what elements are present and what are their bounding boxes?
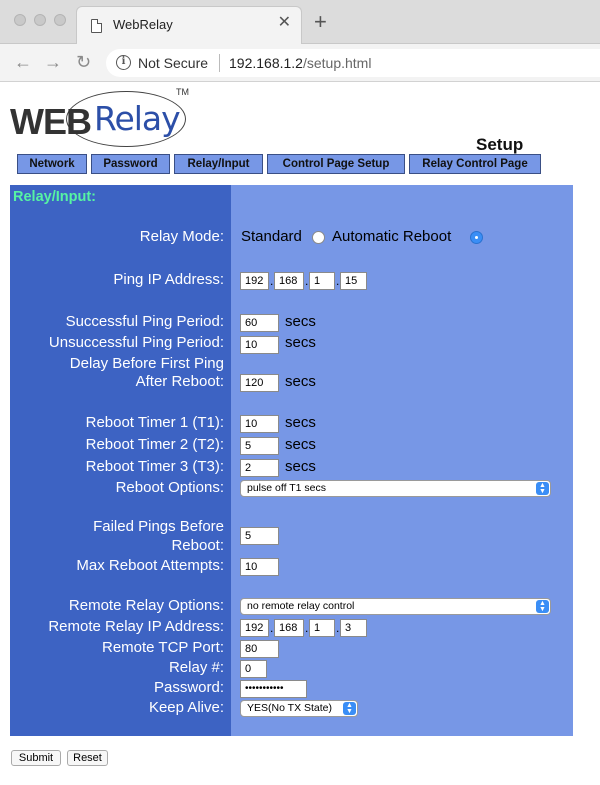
relay-input-form: Relay/Input: Relay Mode: Standard Automa…	[10, 185, 573, 736]
address-bar[interactable]: i Not Secure 192.168.1.2/setup.html	[106, 49, 600, 77]
standard-mode-radio[interactable]	[312, 231, 325, 244]
page-content: WEB Relay TM Setup Network Password Rela…	[0, 83, 600, 785]
remote-relay-options-value: no remote relay control	[247, 600, 355, 612]
logo-relay-text: Relay	[94, 99, 181, 138]
zoom-window-button[interactable]	[54, 14, 66, 26]
unit-label: secs	[285, 458, 316, 475]
ping-ip-octet-1[interactable]: 192	[240, 272, 269, 290]
unsuccessful-ping-period-input[interactable]: 10	[240, 336, 279, 354]
section-title: Relay/Input:	[13, 189, 96, 205]
ping-ip-label: Ping IP Address:	[113, 271, 224, 288]
standard-mode-label: Standard	[241, 228, 302, 245]
minimize-window-button[interactable]	[34, 14, 46, 26]
forward-arrow-icon[interactable]: →	[44, 52, 62, 72]
browser-toolbar: ← → ↻ i Not Secure 192.168.1.2/setup.htm…	[0, 44, 600, 82]
reboot-timer-3-input[interactable]: 2	[240, 459, 279, 477]
reboot-timer-1-input[interactable]: 10	[240, 415, 279, 433]
delay-first-ping-label: Delay Before First Ping	[69, 355, 224, 372]
remote-relay-options-select[interactable]: no remote relay control ▲ ▼	[240, 598, 551, 615]
max-reboot-attempts-input[interactable]: 10	[240, 558, 279, 576]
keep-alive-select[interactable]: YES(No TX State) ▲ ▼	[240, 700, 358, 717]
chevron-updown-icon: ▲ ▼	[536, 482, 549, 495]
failed-pings-label: Failed Pings Before	[93, 518, 224, 535]
back-arrow-icon[interactable]: ←	[14, 52, 32, 72]
reload-icon[interactable]: ↻	[76, 52, 91, 72]
ping-ip-octet-3[interactable]: 1	[309, 272, 335, 290]
tab-control-page-setup[interactable]: Control Page Setup	[267, 154, 405, 174]
tab-relay-input[interactable]: Relay/Input	[174, 154, 263, 174]
reset-button[interactable]: Reset	[67, 750, 108, 766]
chevron-updown-icon: ▲ ▼	[343, 702, 356, 715]
reboot-options-value: pulse off T1 secs	[247, 482, 326, 494]
relay-mode-label: Relay Mode:	[139, 228, 224, 245]
automatic-reboot-radio[interactable]	[470, 231, 483, 244]
reboot-options-label: Reboot Options:	[115, 479, 224, 496]
remote-ip-octet-3[interactable]: 1	[309, 619, 335, 637]
relay-number-input[interactable]: 0	[240, 660, 267, 678]
ping-ip-octet-4[interactable]: 15	[340, 272, 367, 290]
close-window-button[interactable]	[14, 14, 26, 26]
chevron-updown-icon: ▲ ▼	[536, 600, 549, 613]
keep-alive-label: Keep Alive:	[148, 699, 224, 716]
keep-alive-value: YES(No TX State)	[247, 702, 333, 714]
unit-label: secs	[285, 436, 316, 453]
page-title: Setup	[476, 135, 524, 154]
tab-network[interactable]: Network	[17, 154, 87, 174]
password-label: Password:	[153, 679, 224, 696]
unit-label: secs	[285, 334, 316, 351]
logo-trademark: TM	[176, 87, 189, 97]
max-reboot-attempts-label: Max Reboot Attempts:	[76, 557, 224, 574]
delay-first-ping-input[interactable]: 120	[240, 374, 279, 392]
tab-password[interactable]: Password	[91, 154, 170, 174]
page-icon	[91, 19, 102, 33]
remote-tcp-port-input[interactable]: 80	[240, 640, 279, 658]
reboot-timer-2-input[interactable]: 5	[240, 437, 279, 455]
unit-label: secs	[285, 414, 316, 431]
remote-tcp-port-label: Remote TCP Port:	[102, 639, 224, 656]
automatic-reboot-label: Automatic Reboot	[332, 228, 452, 245]
relay-number-label: Relay #:	[168, 659, 224, 676]
browser-titlebar: WebRelay ✕ +	[0, 0, 600, 44]
new-tab-button[interactable]: +	[314, 11, 327, 33]
unit-label: secs	[285, 313, 316, 330]
successful-ping-period-input[interactable]: 60	[240, 314, 279, 332]
successful-ping-period-label: Successful Ping Period:	[65, 313, 224, 330]
security-indicator[interactable]: Not Secure	[138, 55, 208, 71]
webrelay-logo: WEB Relay TM	[10, 87, 189, 153]
address-divider	[219, 54, 220, 72]
url-host: 192.168.1.2	[229, 55, 303, 71]
logo-web-text: WEB	[10, 101, 92, 142]
failed-pings-input[interactable]: 5	[240, 527, 279, 545]
tab-title: WebRelay	[113, 17, 173, 32]
password-input[interactable]: •••••••••••	[240, 680, 307, 698]
reboot-options-select[interactable]: pulse off T1 secs ▲ ▼	[240, 480, 551, 497]
url-text[interactable]: 192.168.1.2/setup.html	[229, 55, 371, 71]
close-tab-icon[interactable]: ✕	[278, 15, 291, 31]
delay-first-ping-label-cont: After Reboot:	[135, 373, 224, 390]
browser-tab[interactable]: WebRelay ✕	[76, 6, 302, 44]
tab-relay-control-page[interactable]: Relay Control Page	[409, 154, 541, 174]
reboot-timer-2-label: Reboot Timer 2 (T2):	[85, 436, 224, 453]
reboot-timer-1-label: Reboot Timer 1 (T1):	[85, 414, 224, 431]
unit-label: secs	[285, 373, 316, 390]
failed-pings-label-cont: Reboot:	[171, 537, 224, 554]
remote-relay-options-label: Remote Relay Options:	[68, 597, 224, 614]
remote-ip-octet-4[interactable]: 3	[340, 619, 367, 637]
submit-button[interactable]: Submit	[11, 750, 61, 766]
remote-ip-octet-1[interactable]: 192	[240, 619, 269, 637]
remote-ip-octet-2[interactable]: 168	[274, 619, 304, 637]
unsuccessful-ping-period-label: Unsuccessful Ping Period:	[48, 334, 224, 351]
url-path: /setup.html	[302, 55, 372, 71]
info-icon[interactable]: i	[116, 55, 131, 70]
remote-relay-ip-label: Remote Relay IP Address:	[48, 618, 224, 635]
ping-ip-octet-2[interactable]: 168	[274, 272, 304, 290]
reboot-timer-3-label: Reboot Timer 3 (T3):	[85, 458, 224, 475]
